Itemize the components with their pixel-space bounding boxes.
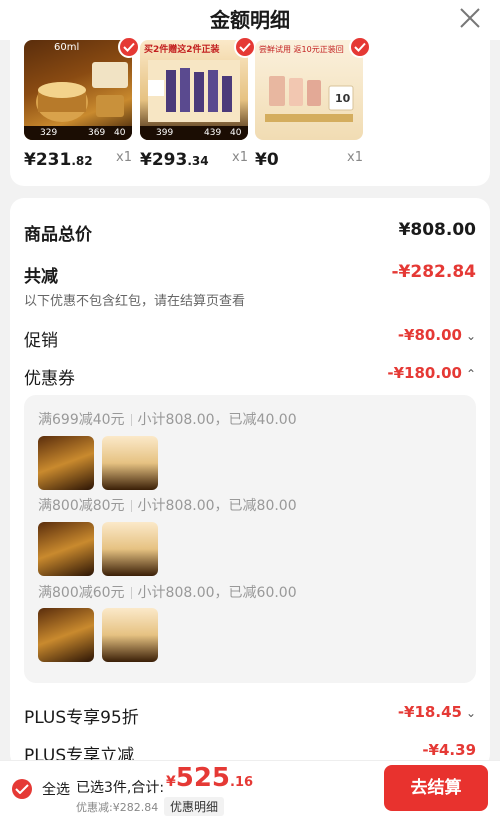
coupon-product-thumb [38, 436, 94, 490]
total-value: ¥808.00 [398, 220, 476, 240]
promo-value: -¥80.00 [397, 326, 462, 344]
thumb-price: 10 [335, 92, 351, 105]
thumb-sub2: 40 [230, 128, 242, 138]
thumb-sub: 369 [88, 128, 106, 138]
cream-jar-image [24, 62, 132, 140]
plus-discount-value: -¥18.45 [397, 703, 462, 721]
coupon-product-thumb [102, 608, 158, 662]
plus-discount-label[interactable]: PLUS专享95折 [24, 703, 139, 728]
checkout-bar: 全选 已选3件,合计: ¥525.16 优惠减:¥282.84 优惠明细 去结算 [0, 760, 500, 829]
thumb-label: 尝鲜试用 返10元正装回 [259, 45, 344, 54]
products-card: 60ml 329 369 40 ¥231.82 x1 买2件赠这2件正装 399 [10, 36, 490, 186]
modal-title: 金额明细 [210, 8, 290, 32]
coupon-line: 满699减40元 小计808.00，已减40.00 [38, 412, 297, 428]
chevron-down-icon: ⌄ [465, 329, 476, 343]
coupon-detail-box: 满699减40元 小计808.00，已减40.00 满800减80元 小计808.0… [24, 395, 476, 683]
reduce-note: 以下优惠不包含红包，请在结算页查看 [24, 294, 246, 309]
coupon-label[interactable]: 优惠券 [24, 364, 75, 389]
coupon-row[interactable]: -¥180.00 ⌃ [387, 364, 476, 382]
thumb-sub: 439 [204, 128, 222, 138]
product-check-icon[interactable] [118, 36, 140, 58]
product-item[interactable]: 60ml 329 369 40 [24, 36, 140, 140]
thumb-price: 399 [156, 128, 174, 138]
discount-summary: 优惠减:¥282.84 [76, 801, 159, 814]
product-price: ¥0 [255, 150, 279, 170]
product-check-icon[interactable] [234, 36, 256, 58]
plus-reduce-value: -¥4.39 [422, 741, 476, 759]
checkout-button[interactable]: 去结算 [384, 765, 488, 811]
grand-total: ¥525.16 [166, 763, 254, 793]
modal-header: 金额明细 [0, 0, 500, 40]
product-thumbnail: 60ml 329 369 40 [24, 40, 132, 140]
product-thumbnail: 买2件赠这2件正装 399 439 40 [140, 40, 248, 140]
product-price: ¥231.82 [24, 150, 93, 170]
coupon-value: -¥180.00 [387, 364, 462, 382]
coupon-line: 满800减60元 小计808.00，已减60.00 [38, 585, 297, 601]
product-check-icon[interactable] [349, 36, 371, 58]
product-qty: x1 [116, 150, 132, 165]
coupon-line: 满800减80元 小计808.00，已减80.00 [38, 498, 297, 514]
product-qty: x1 [347, 150, 363, 165]
coupon-product-thumb [38, 608, 94, 662]
plus-discount-row[interactable]: -¥18.45 ⌄ [398, 703, 476, 721]
price-detail-card: 商品总价 ¥808.00 共减 -¥282.84 以下优惠不包含红包，请在结算页… [10, 198, 490, 768]
reduce-label: 共减 [24, 267, 58, 287]
reduce-value: -¥282.84 [391, 262, 477, 282]
selected-summary: 已选3件,合计: [76, 780, 165, 796]
select-all-label[interactable]: 全选 [42, 779, 70, 799]
thumb-label: 买2件赠这2件正装 [144, 45, 220, 55]
product-price: ¥293.34 [140, 150, 209, 170]
product-item[interactable]: 买2件赠这2件正装 399 439 40 [140, 36, 256, 140]
close-icon[interactable] [458, 6, 482, 30]
coupon-product-thumb [38, 522, 94, 576]
skincare-set-image [140, 60, 248, 140]
select-all-check-icon[interactable] [12, 779, 32, 799]
product-qty: x1 [232, 150, 248, 165]
sample-pack-image [265, 76, 354, 122]
promo-label[interactable]: 促销 [24, 326, 58, 351]
product-thumbnail: 尝鲜试用 返10元正装回 10 [255, 40, 363, 140]
thumb-sub2: 40 [114, 128, 126, 138]
coupon-product-thumb [102, 436, 158, 490]
coupon-product-thumb [102, 522, 158, 576]
discount-detail-button[interactable]: 优惠明细 [164, 797, 225, 816]
thumb-price: 329 [40, 128, 58, 138]
chevron-up-icon: ⌃ [465, 367, 476, 381]
product-item[interactable]: 尝鲜试用 返10元正装回 10 [255, 36, 371, 140]
thumb-label: 60ml [54, 42, 80, 53]
chevron-down-icon: ⌄ [465, 706, 476, 720]
promo-row[interactable]: -¥80.00 ⌄ [398, 326, 476, 344]
total-label: 商品总价 [24, 225, 92, 245]
